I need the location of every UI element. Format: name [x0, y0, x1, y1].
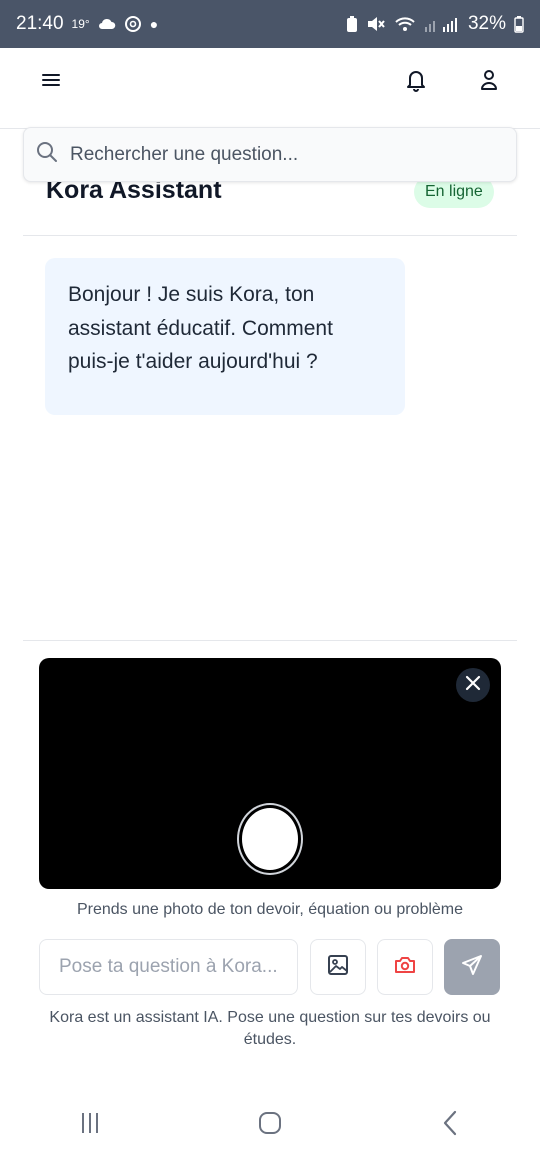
- battery-saver-icon: [346, 15, 358, 33]
- status-bar: 21:40 19° ● 32%: [0, 0, 540, 48]
- back-icon: [442, 1110, 458, 1141]
- close-icon: [465, 675, 481, 696]
- camera-hint: Prends une photo de ton devoir, équation…: [76, 901, 464, 918]
- notifications-button[interactable]: [394, 60, 438, 104]
- notification-dot-icon: ●: [149, 16, 159, 32]
- battery-icon: [514, 15, 524, 33]
- status-bar-right: 32%: [346, 13, 524, 35]
- battery-percent: 32%: [467, 13, 506, 34]
- search-icon: [36, 141, 58, 168]
- question-field: [39, 939, 298, 995]
- camera-icon: [394, 955, 416, 980]
- disclaimer: Kora est un assistant IA. Pose une quest…: [49, 1009, 491, 1048]
- status-temperature: 19°: [71, 17, 90, 31]
- messages-divider: [23, 640, 517, 641]
- chat-header-divider: [23, 235, 517, 236]
- back-button[interactable]: [420, 1101, 480, 1151]
- image-icon: [327, 954, 349, 981]
- question-input[interactable]: [57, 955, 291, 979]
- shutter-button[interactable]: [242, 808, 298, 870]
- profile-button[interactable]: [467, 60, 511, 104]
- app-header: [0, 48, 540, 129]
- wifi-icon: [394, 15, 416, 33]
- send-icon: [461, 954, 483, 981]
- home-button[interactable]: [240, 1101, 300, 1151]
- assistant-message: Bonjour ! Je suis Kora, ton assistant éd…: [45, 258, 405, 415]
- home-icon: [258, 1111, 282, 1140]
- close-camera-button[interactable]: [456, 668, 490, 702]
- bell-icon: [405, 68, 427, 97]
- signal-icon: [424, 15, 460, 33]
- user-icon: [479, 68, 499, 97]
- upload-image-button[interactable]: [310, 939, 366, 995]
- system-nav-bar: [0, 1093, 540, 1158]
- take-photo-button[interactable]: [377, 939, 433, 995]
- mute-icon: [366, 15, 386, 33]
- search-bar: [23, 127, 517, 182]
- camera-preview: [39, 658, 501, 889]
- threads-icon: [124, 15, 142, 33]
- recent-apps-icon: [78, 1111, 102, 1140]
- cloud-icon: [98, 18, 116, 30]
- send-button[interactable]: [444, 939, 500, 995]
- menu-icon: [41, 72, 61, 93]
- search-input[interactable]: [68, 142, 492, 167]
- status-time: 21:40: [16, 13, 64, 34]
- status-bar-left: 21:40 19° ●: [16, 13, 158, 35]
- recent-apps-button[interactable]: [60, 1101, 120, 1151]
- menu-button[interactable]: [29, 60, 73, 104]
